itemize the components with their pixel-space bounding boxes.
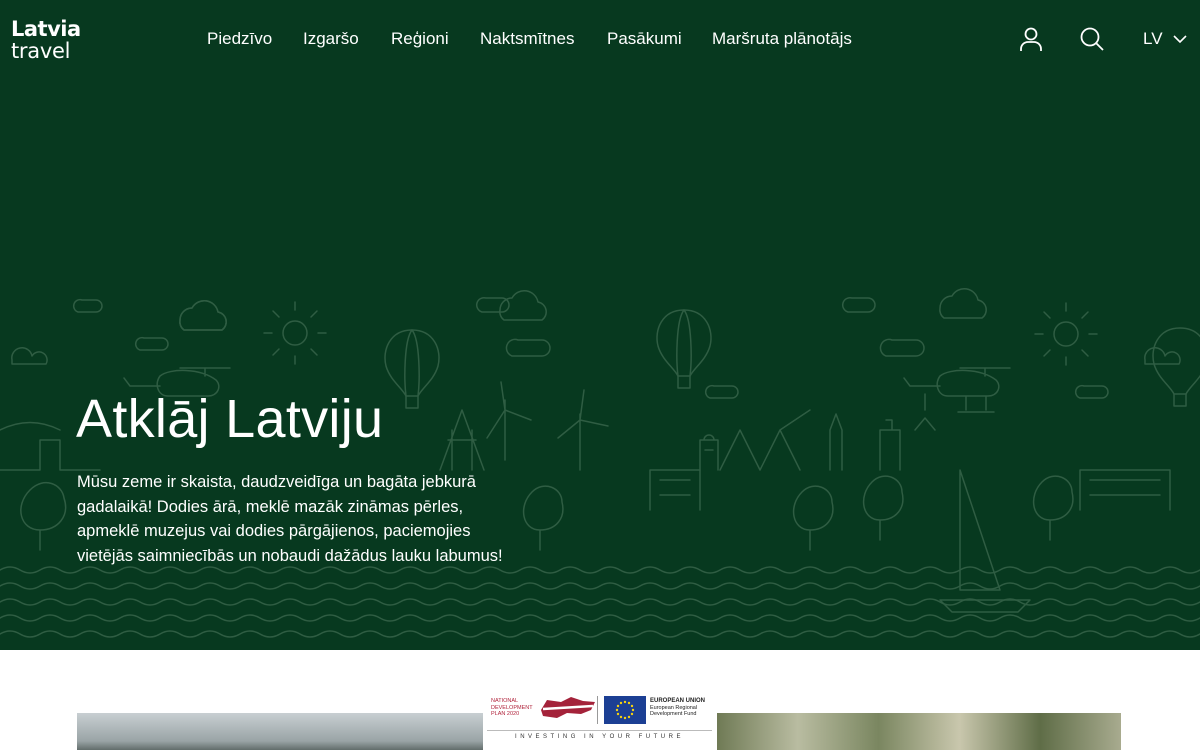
feature-card-image-left[interactable] (77, 713, 483, 750)
logo-line-1: Latvia (11, 17, 81, 41)
language-selector[interactable]: LV (1143, 29, 1187, 49)
hero-description: Mūsu zeme ir skaista, daudzveidīga un ba… (77, 473, 503, 565)
latvia-map-logo (541, 697, 595, 718)
ndp-label: NATIONAL DEVELOPMENT PLAN 2020 (491, 698, 533, 718)
investing-slogan: INVESTING IN YOUR FUTURE (515, 734, 684, 740)
user-icon[interactable] (1018, 26, 1044, 52)
eu-label: EUROPEAN UNION European Regional Develop… (650, 698, 705, 718)
chevron-down-icon (1172, 35, 1187, 44)
logo-line-2: travel (11, 39, 71, 63)
nav-item-pasakumi[interactable]: Pasākumi (607, 29, 682, 49)
eu-line-2: Development Fund (650, 711, 697, 717)
nav-item-piedzivo[interactable]: Piedzīvo (207, 29, 272, 49)
feature-card-image-right[interactable] (717, 713, 1121, 750)
hero-title: Atklāj Latviju (76, 389, 384, 449)
nav-item-marsruta-planotajs[interactable]: Maršruta plānotājs (712, 29, 852, 49)
eu-funding-banner: NATIONAL DEVELOPMENT PLAN 2020 EUROPEAN … (487, 690, 712, 750)
banner-divider (597, 696, 598, 724)
banner-rule (487, 730, 712, 731)
latvia-travel-logo[interactable]: Latvia travel (11, 18, 81, 62)
nav-item-regioni[interactable]: Reģioni (391, 29, 449, 49)
nav-item-izgarso[interactable]: Izgaršo (303, 29, 359, 49)
ndp-line-3: PLAN 2020 (491, 711, 520, 717)
hero-section: Latvia travel Piedzīvo Izgaršo Reģioni N… (0, 0, 1200, 650)
language-label: LV (1143, 29, 1163, 48)
eu-flag-icon (604, 696, 646, 724)
eu-title: EUROPEAN UNION (650, 698, 706, 704)
nav-item-naktsmitnes[interactable]: Naktsmītnes (480, 29, 574, 49)
search-icon[interactable] (1079, 26, 1105, 52)
